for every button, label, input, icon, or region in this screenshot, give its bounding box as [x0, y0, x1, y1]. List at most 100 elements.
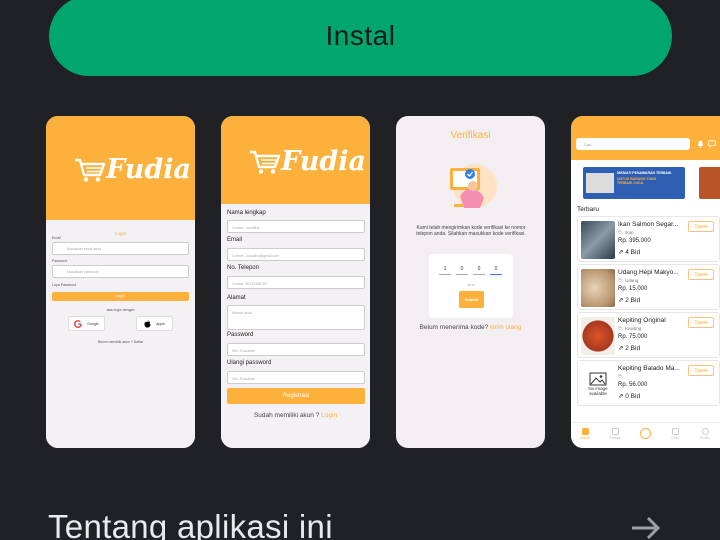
- nav-profile[interactable]: Profile: [694, 428, 716, 440]
- product-card[interactable]: Ikan Salmon Segar... 🏷 Ikan Rp. 395.000 …: [577, 216, 720, 262]
- google-button[interactable]: Google: [68, 316, 105, 331]
- field-label: Email: [227, 237, 243, 243]
- product-price: Rp. 395.000: [618, 238, 651, 244]
- bell-icon[interactable]: [697, 140, 704, 148]
- login-button[interactable]: Login: [52, 292, 189, 301]
- bid-button[interactable]: Tawar: [688, 317, 714, 328]
- field-label: Ulangi password: [227, 360, 272, 366]
- bid-button[interactable]: Tawar: [688, 221, 714, 232]
- resend-text: Belum menerima kode?: [419, 324, 489, 331]
- product-card[interactable]: Udang Hepi Makyo... 🏷 Udang Rp. 15.000 ⇗…: [577, 264, 720, 310]
- promo-banner[interactable]: NIKMATI PENAWARAN TERBAIK UNTUK BARANG Y…: [583, 167, 685, 199]
- email-label: Email: [52, 236, 61, 240]
- product-image: [581, 221, 615, 259]
- field-label: Alamat: [227, 295, 246, 301]
- submit-button[interactable]: Submit: [459, 291, 484, 308]
- otp-digit[interactable]: 0: [490, 266, 502, 275]
- email-field[interactable]: Masukkan email anda: [52, 242, 189, 255]
- fudia-logo: Fudia: [249, 146, 366, 177]
- otp-digit[interactable]: 0: [473, 266, 485, 275]
- verify-message: Kami telah mengirimkan kode verifikasi k…: [416, 225, 526, 237]
- phone-field[interactable]: Contoh: 08123456789: [227, 276, 365, 289]
- forgot-password-link[interactable]: Lupa Password: [52, 283, 76, 287]
- nav-produk[interactable]: Produk: [604, 428, 626, 440]
- bid-button[interactable]: Tawar: [688, 365, 714, 376]
- otp-timer: 00:30: [467, 283, 475, 287]
- address-field[interactable]: Alamat anda: [227, 305, 365, 330]
- arrow-right-icon[interactable]: [628, 510, 664, 540]
- name-field[interactable]: Contoh: Junaidha: [227, 220, 365, 233]
- banner-line-3: TERBAIK JUGA: [617, 181, 644, 185]
- apple-button[interactable]: Apple: [136, 316, 173, 331]
- register-prompt: Belum memiliki akun ? Daftar: [97, 340, 144, 344]
- product-bids: ⇗ 2 Bid: [618, 297, 641, 304]
- otp-digit[interactable]: 0: [456, 266, 468, 275]
- register-button[interactable]: Registrasi: [227, 388, 365, 404]
- fudia-logo: Fudia: [74, 154, 191, 185]
- product-image: [581, 269, 615, 307]
- login-heading: Login: [114, 231, 126, 236]
- chat-icon[interactable]: [708, 140, 716, 148]
- product-card[interactable]: Kepiting Original 🏷 Kepiting Rp. 75.000 …: [577, 312, 720, 358]
- product-price: Rp. 56.000: [618, 382, 648, 388]
- field-label: Nama lengkap: [227, 210, 266, 216]
- product-price: Rp. 75.000: [618, 334, 648, 340]
- banner-image: [586, 173, 614, 193]
- product-price: Rp. 15.000: [618, 286, 648, 292]
- login-prompt: Sudah memiliki akun ? Login: [221, 412, 370, 419]
- apple-icon: [144, 319, 151, 328]
- about-app-title[interactable]: Tentang aplikasi ini: [48, 508, 333, 540]
- product-name: Ikan Salmon Segar...: [618, 221, 679, 228]
- profile-icon: [701, 428, 709, 435]
- product-bids: ⇗ 0 Bid: [618, 393, 641, 400]
- cart-icon: [250, 150, 281, 174]
- install-button[interactable]: Instal: [49, 0, 672, 76]
- screenshot-register[interactable]: Fudia Nama lengkap Contoh: Junaidha Emai…: [221, 116, 370, 448]
- plus-icon: [639, 428, 651, 439]
- login-prompt-text: Sudah memiliki akun ?: [253, 412, 320, 419]
- email-field[interactable]: Contoh: Junaidha@gmail.com: [227, 248, 365, 261]
- google-icon: [74, 319, 83, 328]
- product-category: 🏷 Kepiting: [618, 326, 642, 331]
- otp-digit[interactable]: 1: [439, 266, 451, 275]
- promo-banner-next[interactable]: [699, 167, 720, 199]
- product-name: Udang Hepi Makyo...: [618, 269, 679, 276]
- product-card[interactable]: No image available Kepiting Balado Ma...…: [577, 360, 720, 406]
- bid-button[interactable]: Tawar: [688, 269, 714, 280]
- product-name: Kepiting Balado Ma...: [618, 365, 680, 372]
- resend-prompt: Belum menerima kode? kirim ulang: [396, 324, 545, 331]
- product-image: [581, 317, 615, 355]
- resend-link[interactable]: kirim ulang: [490, 324, 521, 331]
- image-placeholder-icon: [589, 372, 607, 386]
- search-input[interactable]: Cari: [576, 138, 690, 150]
- screenshot-verification[interactable]: Verifikasi Kami telah mengirimkan kode v…: [396, 116, 545, 448]
- product-category: 🏷: [618, 374, 624, 379]
- section-title: Terbaru: [577, 206, 600, 213]
- password-field[interactable]: Min. 8 karakter: [227, 343, 365, 356]
- cart-icon: [75, 158, 106, 182]
- nav-home[interactable]: Home: [574, 428, 596, 440]
- confirm-password-field[interactable]: Min. 8 karakter: [227, 371, 365, 384]
- banner-line-1: NIKMATI PENAWARAN TERBAIK: [617, 171, 672, 175]
- product-image-placeholder: No image available: [581, 365, 615, 403]
- product-category: 🏷 Udang: [618, 278, 639, 283]
- or-text: atau login dengan: [106, 308, 135, 312]
- product-bids: ⇗ 4 Bid: [618, 249, 641, 256]
- screenshot-home[interactable]: Cari NIKMATI PENAWARAN TERBAIK UNTUK BAR…: [571, 116, 720, 448]
- nav-chat[interactable]: Chat: [664, 428, 686, 440]
- password-field[interactable]: Masukkan password: [52, 265, 189, 278]
- bottom-nav: Home Produk Chat Profile: [571, 422, 720, 448]
- product-icon: [611, 428, 619, 435]
- verify-title: Verifikasi: [450, 130, 491, 141]
- screenshot-login[interactable]: Fudia Login Email Masukkan email anda Pa…: [46, 116, 195, 448]
- field-label: No. Telepon: [227, 265, 259, 271]
- chat-icon: [671, 428, 679, 435]
- nav-add[interactable]: [634, 428, 656, 440]
- banner-text: NIKMATI PENAWARAN TERBAIK UNTUK BARANG Y…: [617, 171, 679, 185]
- verification-illustration-icon: [450, 164, 497, 208]
- product-bids: ⇗ 2 Bid: [618, 345, 641, 352]
- field-label: Password: [227, 332, 254, 338]
- product-name: Kepiting Original: [618, 317, 666, 324]
- password-label: Password: [52, 259, 68, 263]
- login-link[interactable]: Login: [321, 412, 337, 419]
